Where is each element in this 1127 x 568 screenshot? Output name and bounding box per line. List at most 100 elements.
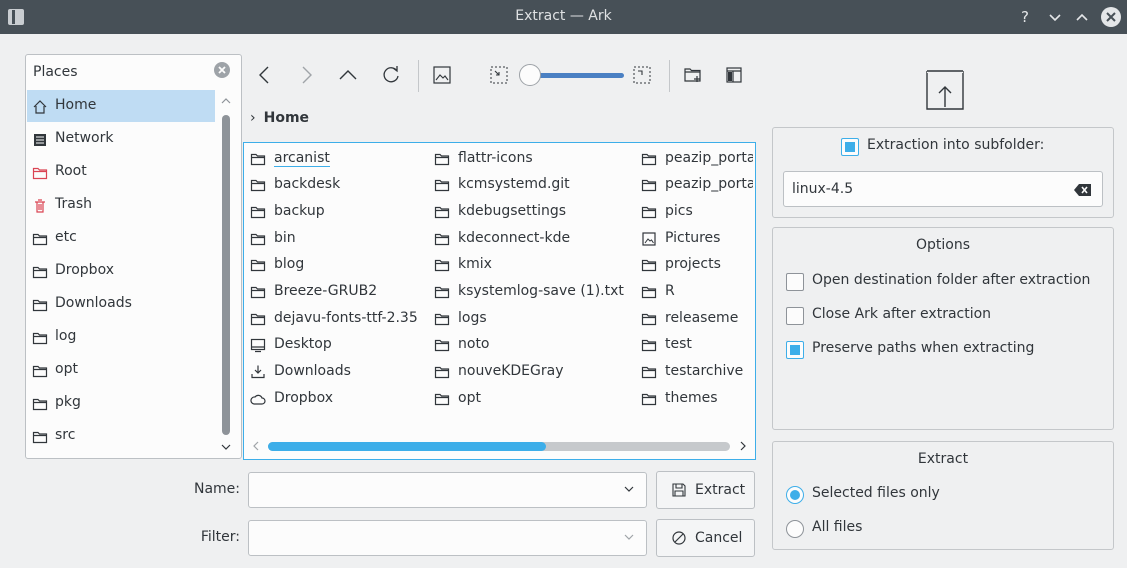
chevron-left-icon[interactable] (250, 440, 262, 452)
place-item-src[interactable]: src (27, 420, 215, 452)
extract-button[interactable]: Extract (656, 471, 755, 509)
subfolder-checkbox[interactable] (841, 138, 859, 156)
scrollbar-thumb[interactable] (268, 442, 546, 451)
file-item[interactable]: peazip_portable (641, 146, 753, 172)
place-item-etc[interactable]: etc (27, 222, 215, 254)
chevron-down-icon[interactable] (220, 441, 232, 453)
file-item[interactable]: ksystemlog-save (1).txt (434, 279, 640, 305)
place-item-log[interactable]: log (27, 321, 215, 353)
back-button[interactable] (252, 62, 278, 88)
selected-files-label[interactable]: Selected files only (812, 485, 940, 501)
all-files-radio[interactable] (786, 520, 804, 538)
file-item[interactable]: pics (641, 199, 753, 225)
file-item[interactable]: projects (641, 252, 753, 278)
file-name: peazip_portable (665, 176, 753, 192)
file-view[interactable]: arcanist backdesk backup bin blog Breeze… (243, 142, 756, 460)
close-window-button[interactable] (1101, 7, 1121, 27)
file-item[interactable]: releaseme (641, 306, 753, 332)
place-item-network[interactable]: Network (27, 123, 215, 155)
zoom-in-button[interactable] (629, 62, 655, 88)
file-view-horizontal-scrollbar[interactable] (248, 437, 751, 455)
close-ark-label[interactable]: Close Ark after extraction (812, 306, 991, 322)
close-ark-checkbox[interactable] (786, 307, 804, 325)
reload-icon (383, 66, 399, 83)
name-combobox[interactable] (248, 472, 647, 508)
file-name: kmix (458, 256, 492, 272)
file-item[interactable]: opt (434, 386, 604, 412)
parent-folder-button[interactable] (335, 62, 361, 88)
folder-icon (434, 313, 450, 326)
file-item[interactable]: logs (434, 306, 604, 332)
chevron-right-icon[interactable]: › (250, 110, 256, 126)
new-folder-button[interactable] (680, 62, 706, 88)
file-item[interactable]: backup (250, 199, 420, 225)
clear-text-icon[interactable] (1074, 183, 1092, 197)
file-item[interactable]: Pictures (641, 226, 753, 252)
places-scrollbar[interactable] (220, 91, 232, 458)
view-options-button[interactable] (721, 62, 747, 88)
place-item-opt[interactable]: opt (27, 354, 215, 386)
file-item[interactable]: bin (250, 226, 420, 252)
chevron-down-icon (624, 534, 634, 540)
file-item[interactable]: kdeconnect-kde (434, 226, 604, 252)
file-item[interactable]: Breeze-GRUB2 (250, 279, 420, 305)
place-item-dropbox[interactable]: Dropbox (27, 255, 215, 287)
place-item-home[interactable]: Home (27, 90, 215, 122)
preserve-paths-label[interactable]: Preserve paths when extracting (812, 340, 1034, 356)
help-button[interactable]: ? (1014, 6, 1036, 28)
chevron-up-icon[interactable] (220, 95, 232, 107)
file-name: Dropbox (274, 390, 333, 406)
reload-button[interactable] (378, 62, 404, 88)
subfolder-checkbox-label[interactable]: Extraction into subfolder: (867, 137, 1044, 153)
file-name: backup (274, 203, 325, 219)
file-item[interactable]: testarchive (641, 359, 753, 385)
minimize-button[interactable] (1044, 6, 1066, 28)
zoom-slider-handle[interactable] (519, 64, 541, 86)
subfolder-name-input[interactable]: linux-4.5 (783, 171, 1103, 207)
file-item[interactable]: peazip_portable (641, 172, 753, 198)
zoom-out-button[interactable] (486, 62, 512, 88)
show-preview-button[interactable] (429, 62, 455, 88)
arrow-left-icon (259, 66, 269, 84)
place-item-trash[interactable]: Trash (27, 189, 215, 221)
maximize-button[interactable] (1071, 6, 1093, 28)
folder-icon (641, 393, 657, 406)
all-files-label[interactable]: All files (812, 519, 862, 535)
preserve-paths-checkbox[interactable] (786, 341, 804, 359)
file-item[interactable]: blog (250, 252, 420, 278)
breadcrumb[interactable]: › Home (250, 110, 309, 126)
file-item[interactable]: dejavu-fonts-ttf-2.35 (250, 306, 420, 332)
filter-combobox[interactable] (248, 520, 647, 556)
file-name: blog (274, 256, 305, 272)
file-item[interactable]: themes (641, 386, 753, 412)
place-item-pkg[interactable]: pkg (27, 387, 215, 419)
arrow-up-icon (339, 70, 357, 80)
file-item[interactable]: Downloads (250, 359, 420, 385)
place-label: opt (55, 361, 78, 377)
open-destination-label[interactable]: Open destination folder after extraction (812, 272, 1090, 288)
file-item[interactable]: noto (434, 332, 604, 358)
cancel-button[interactable]: Cancel (656, 519, 755, 557)
zoom-slider-track[interactable] (532, 73, 624, 78)
place-item-root[interactable]: Root (27, 156, 215, 188)
file-item[interactable]: kdebugsettings (434, 199, 604, 225)
file-item[interactable]: flattr-icons (434, 146, 604, 172)
selected-files-radio[interactable] (786, 486, 804, 504)
chevron-down-icon (624, 486, 634, 492)
forward-button[interactable] (293, 62, 319, 88)
breadcrumb-current[interactable]: Home (264, 110, 309, 126)
file-item[interactable]: Dropbox (250, 386, 420, 412)
file-item[interactable]: R (641, 279, 753, 305)
places-close-button[interactable] (214, 62, 230, 78)
open-destination-checkbox[interactable] (786, 273, 804, 291)
places-scrollbar-thumb[interactable] (222, 115, 230, 435)
file-item[interactable]: test (641, 332, 753, 358)
file-item[interactable]: arcanist (250, 146, 420, 172)
chevron-right-icon[interactable] (737, 440, 749, 452)
file-item[interactable]: Desktop (250, 332, 420, 358)
file-item[interactable]: kmix (434, 252, 604, 278)
place-item-downloads[interactable]: Downloads (27, 288, 215, 320)
file-item[interactable]: kcmsystemd.git (434, 172, 604, 198)
file-item[interactable]: nouveKDEGray (434, 359, 604, 385)
file-item[interactable]: backdesk (250, 172, 420, 198)
